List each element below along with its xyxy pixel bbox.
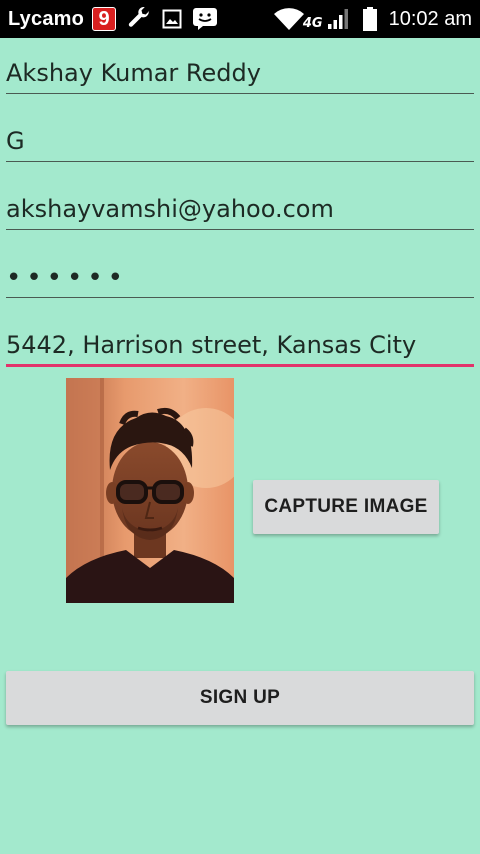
first-name-value: Akshay Kumar Reddy: [6, 59, 261, 87]
signal-icon: [327, 8, 351, 30]
wrench-icon: [126, 6, 152, 32]
sign-up-button[interactable]: SIGN UP: [6, 671, 474, 725]
password-value: ••••••: [6, 263, 129, 293]
nine-app-badge: 9: [92, 7, 117, 31]
wifi-icon: [273, 7, 305, 31]
image-icon: [162, 9, 182, 29]
last-name-value: G: [6, 127, 25, 155]
email-value: akshayvamshi@yahoo.com: [6, 195, 334, 223]
status-bar: Lycamo 9 4G 10:02 am: [0, 0, 480, 38]
battery-icon: [362, 7, 377, 31]
capture-image-button[interactable]: CAPTURE IMAGE: [253, 480, 439, 534]
network-type: 4G: [302, 15, 323, 31]
email-field[interactable]: akshayvamshi@yahoo.com: [6, 188, 474, 230]
last-name-field[interactable]: G: [6, 120, 474, 162]
clock: 10:02 am: [388, 7, 472, 30]
profile-photo: [66, 378, 234, 603]
messenger-icon: [192, 7, 218, 31]
nine-app-icon: 9: [92, 7, 117, 31]
first-name-field[interactable]: Akshay Kumar Reddy: [6, 52, 474, 94]
address-value: 5442, Harrison street, Kansas City: [6, 331, 417, 359]
carrier-name: Lycamo: [8, 7, 85, 30]
address-field[interactable]: 5442, Harrison street, Kansas City: [6, 325, 474, 367]
password-field[interactable]: ••••••: [6, 256, 474, 298]
